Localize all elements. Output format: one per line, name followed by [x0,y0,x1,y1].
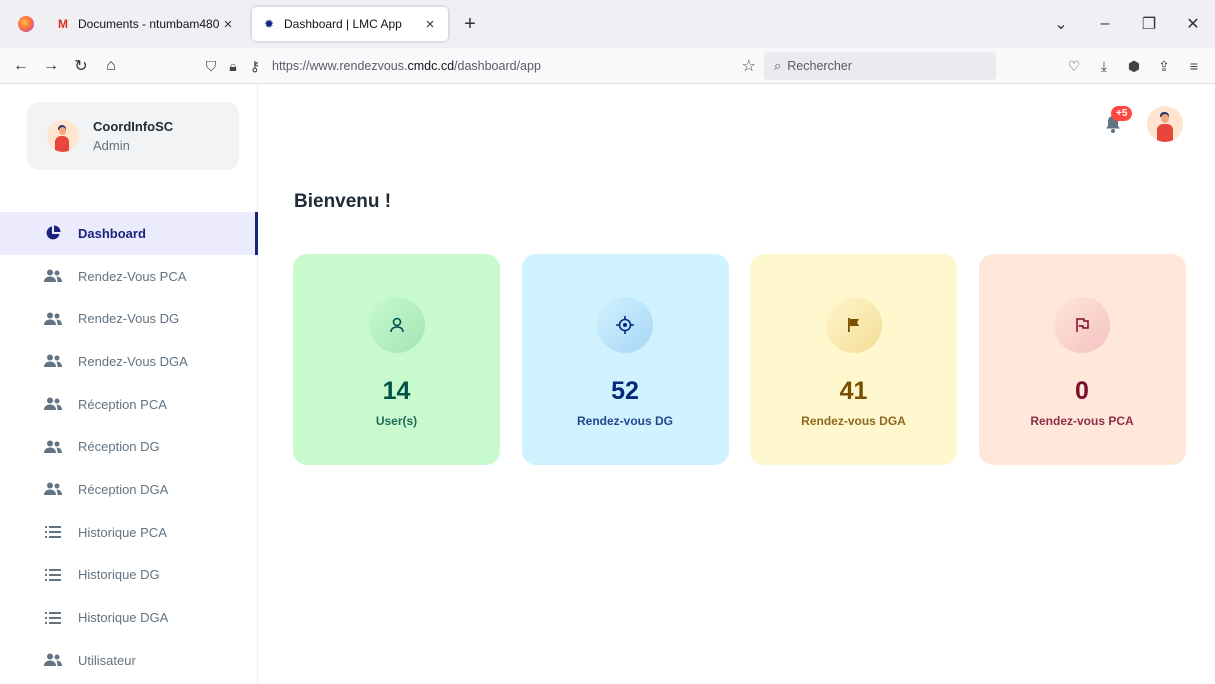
account-role: Admin [93,138,130,153]
stat-label: User(s) [375,414,418,428]
sidebar-item-dashboard[interactable]: Dashboard [0,212,258,255]
close-window-icon[interactable]: ✕ [1171,14,1215,34]
app-favicon-icon: ✹ [263,17,275,31]
list-icon [44,523,62,541]
sidebar-item-label: Réception PCA [78,396,167,412]
target-icon [597,297,653,353]
stat-label: Rendez-vous DGA [801,414,906,428]
stat-card: 0 Rendez-vous PCA [978,254,1186,465]
people-icon [44,438,62,456]
tab-documents[interactable]: M Documents - ntumbam480@gr × [46,7,246,41]
sidebar-item-label: Réception DG [78,439,160,455]
extension-shield-icon[interactable]: ⬢ [1119,58,1149,75]
list-icon [44,566,62,584]
back-icon[interactable]: ← [6,57,36,75]
list-icon [44,609,62,627]
search-placeholder: Rechercher [787,59,852,73]
people-icon [44,395,62,413]
browser-tabbar: M Documents - ntumbam480@gr × ✹ Dashboar… [0,0,1215,48]
restore-icon[interactable]: ❐ [1127,14,1171,34]
window-controls: ⌄ – ❐ ✕ [1039,0,1215,48]
sidebar-item-réception-pca[interactable]: Réception PCA [0,383,258,426]
sidebar-item-historique-pca[interactable]: Historique PCA [0,511,258,554]
share-icon[interactable]: ⇪ [1149,58,1179,75]
sidebar-menu: Dashboard Rendez-Vous PCA Rendez-Vous DG Re… [0,212,258,682]
sidebar-item-label: Rendez-Vous DGA [78,353,188,369]
menu-icon[interactable]: ≡ [1179,58,1209,74]
lock-icon[interactable]: 🔒︎ [222,58,244,75]
sidebar-item-utilisateur[interactable]: Utilisateur [0,639,258,682]
user-icon [368,297,425,353]
stat-value: 0 [1075,377,1089,405]
people-icon [44,310,62,328]
sidebar-item-historique-dg[interactable]: Historique DG [0,554,258,597]
stat-card: 41 Rendez-vous DGA [750,254,957,465]
account-name: CoordInfoSC [93,119,174,134]
download-icon[interactable]: ⤓ [1089,58,1119,75]
reload-icon[interactable]: ↻ [66,56,96,76]
sidebar-item-rendez-vous-dg[interactable]: Rendez-Vous DG [0,297,258,340]
people-icon [44,267,62,285]
notifications-button[interactable]: +5 [1101,106,1133,136]
stat-value: 52 [611,377,639,405]
stat-label: Rendez-vous DG [576,414,673,428]
people-icon [44,651,62,669]
flag-outline-icon [1054,297,1110,353]
sidebar-item-label: Dashboard [78,225,146,241]
people-icon [44,352,62,370]
sidebar-item-historique-dga[interactable]: Historique DGA [0,596,258,639]
people-icon [44,480,62,498]
sidebar-item-label: Rendez-Vous DG [78,311,180,327]
tab-list-icon[interactable]: ⌄ [1039,14,1083,34]
minimize-icon[interactable]: – [1083,15,1127,33]
header-actions: +5 [1101,106,1183,142]
sidebar-item-réception-dg[interactable]: Réception DG [0,425,258,468]
avatar [47,120,79,152]
address-bar[interactable]: ⛉ 🔒︎ ⚷ https://www.rendezvous.cmdc.cd/da… [200,52,756,80]
home-icon[interactable]: ⌂ [96,57,126,75]
sidebar-item-label: Historique PCA [78,524,167,540]
toolbar-right: ♡ ⤓ ⬢ ⇪ ≡ [1059,48,1209,84]
key-icon[interactable]: ⚷ [244,58,266,75]
sidebar-item-label: Réception DGA [78,481,169,497]
sidebar-item-label: Historique DGA [78,610,169,626]
header-avatar[interactable] [1147,106,1183,142]
browser-navbar: ← → ↻ ⌂ ⛉ 🔒︎ ⚷ https://www.rendezvous.cm… [0,48,1215,84]
shield-icon[interactable]: ⛉ [200,58,222,75]
sidebar-item-réception-dga[interactable]: Réception DGA [0,468,258,511]
account-card[interactable]: CoordInfoSC Admin [27,102,239,170]
sidebar-item-label: Rendez-Vous PCA [78,268,187,284]
tab-label: Documents - ntumbam480@gr [78,17,220,31]
url-text: https://www.rendezvous.cmdc.cd/dashboard… [272,59,541,73]
app: CoordInfoSC Admin Dashboard Rendez-Vous P… [0,84,1215,684]
stat-card: 52 Rendez-vous DG [521,254,729,465]
flag-icon [825,297,882,353]
stat-label: Rendez-vous PCA [1030,414,1134,428]
sidebar-item-label: Historique DG [78,567,160,583]
notification-badge: +5 [1111,106,1133,121]
sidebar-item-rendez-vous-dga[interactable]: Rendez-Vous DGA [0,340,258,383]
new-tab-button[interactable]: + [460,13,480,36]
forward-icon[interactable]: → [36,57,66,75]
pie-chart-icon [44,224,62,242]
close-icon[interactable]: × [422,16,438,33]
gmail-icon: M [58,17,68,31]
page-title: Bienvenu ! [294,191,392,212]
firefox-icon[interactable] [18,16,34,32]
stat-value: 14 [382,377,411,405]
close-icon[interactable]: × [220,16,236,33]
stat-value: 41 [839,377,868,405]
tab-dashboard[interactable]: ✹ Dashboard | LMC App × [252,7,448,41]
pocket-icon[interactable]: ♡ [1059,58,1089,75]
sidebar-item-label: Utilisateur [78,652,136,668]
sidebar-item-rendez-vous-pca[interactable]: Rendez-Vous PCA [0,255,258,298]
search-icon: ⌕ [774,58,782,73]
tab-label: Dashboard | LMC App [284,17,402,31]
stats-cards: 14 User(s) 52 Rendez-vous DG 41 Rendez-vous D… [293,254,1207,465]
bookmark-star-icon[interactable]: ☆ [742,56,756,76]
stat-card: 14 User(s) [293,254,500,465]
search-input[interactable]: ⌕ Rechercher [764,52,996,80]
sidebar: CoordInfoSC Admin Dashboard Rendez-Vous P… [0,84,258,684]
